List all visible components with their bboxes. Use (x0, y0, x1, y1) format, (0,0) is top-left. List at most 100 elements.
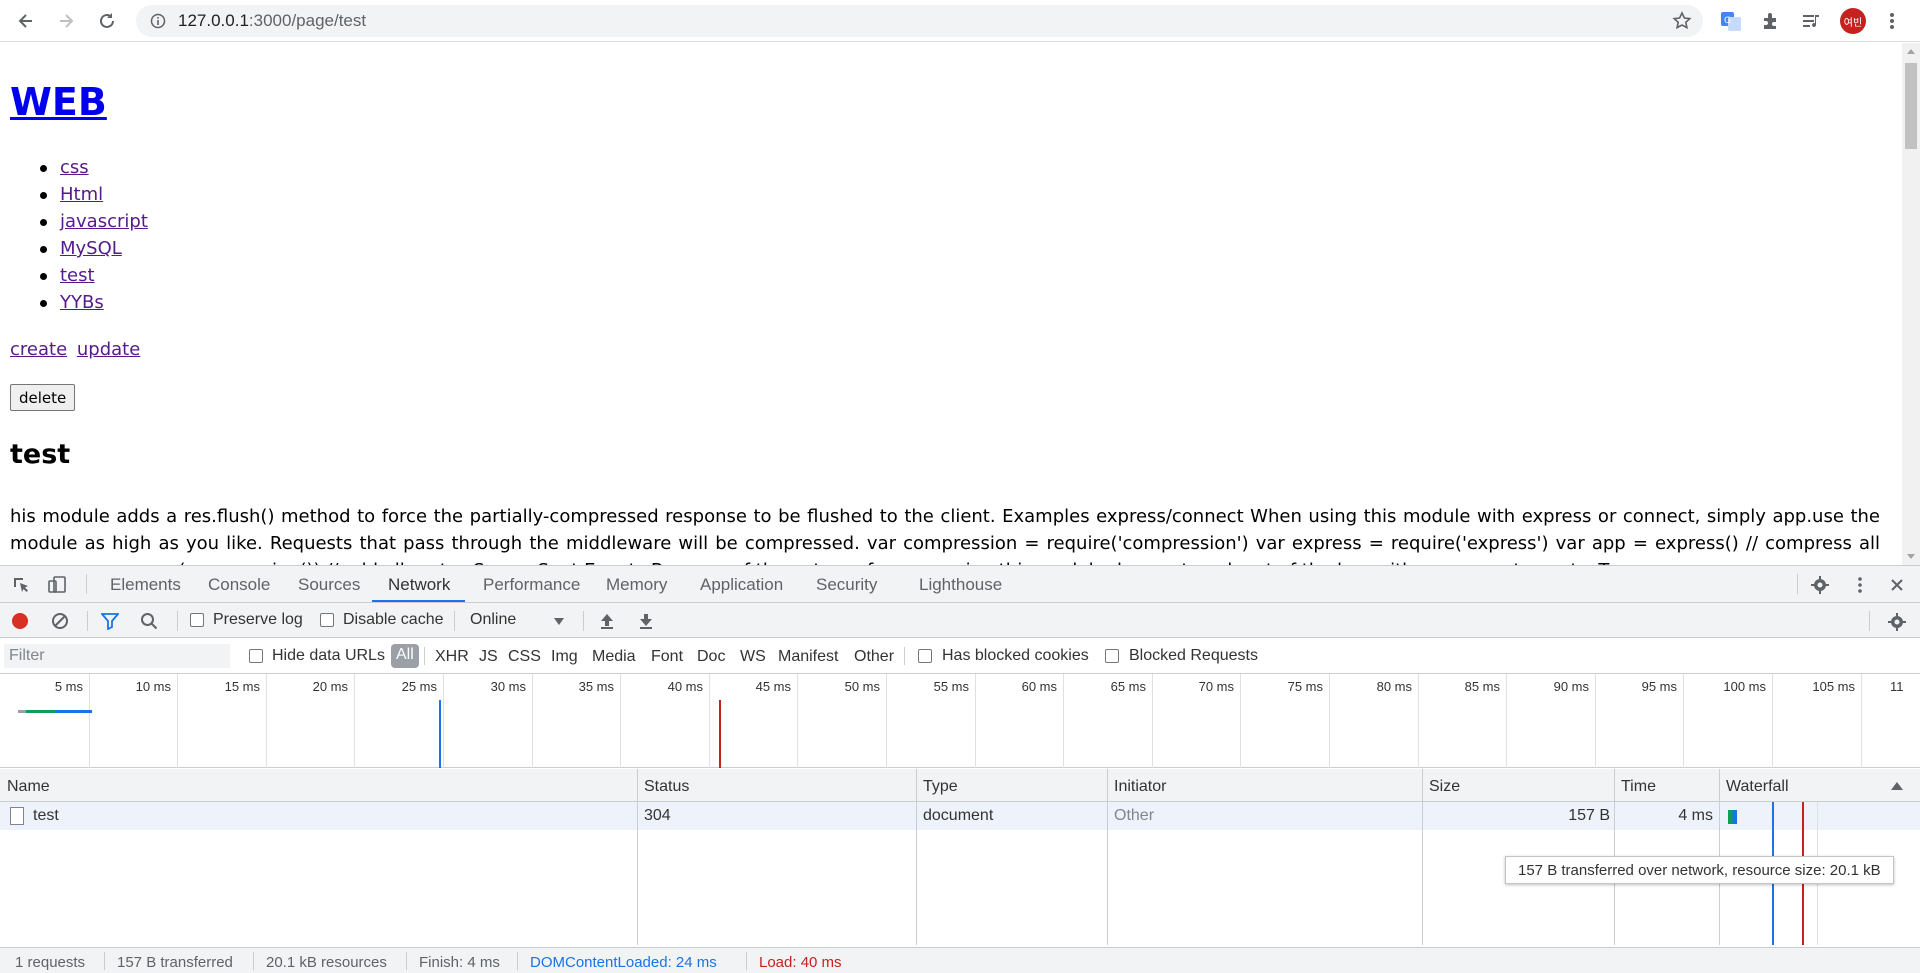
devtools-menu-icon[interactable] (1849, 574, 1871, 596)
inspect-element-icon[interactable] (10, 574, 32, 596)
list-item: test (40, 262, 148, 289)
overview-grid-line (709, 674, 710, 768)
table-row[interactable]: test 304 document Other 157 B 4 ms (0, 802, 1920, 830)
forward-icon[interactable] (54, 9, 78, 33)
has-blocked-cookies-checkbox[interactable] (918, 649, 932, 663)
type-filter-all[interactable]: All (391, 644, 419, 668)
device-toolbar-icon[interactable] (46, 574, 68, 596)
topic-link-html[interactable]: Html (60, 184, 103, 205)
type-filter-ws[interactable]: WS (740, 648, 766, 666)
overview-tick-label: 20 ms (312, 679, 348, 694)
delete-button[interactable]: delete (10, 384, 76, 411)
type-filter-other[interactable]: Other (854, 648, 894, 666)
close-icon[interactable] (1886, 574, 1908, 596)
tab-network[interactable]: Network (388, 575, 450, 595)
control-links: create update (10, 339, 144, 360)
type-filter-media[interactable]: Media (592, 648, 636, 666)
preserve-log-checkbox[interactable] (190, 613, 204, 627)
info-icon[interactable] (150, 13, 166, 29)
overview-grid-line (1861, 674, 1862, 768)
filter-icon[interactable] (100, 611, 120, 631)
type-filter-xhr[interactable]: XHR (435, 648, 469, 666)
reload-icon[interactable] (95, 9, 119, 33)
page-scrollbar[interactable] (1902, 43, 1920, 565)
tab-application[interactable]: Application (700, 575, 783, 595)
column-size[interactable]: Size (1429, 778, 1460, 796)
type-filter-js[interactable]: JS (479, 648, 498, 666)
back-icon[interactable] (14, 9, 38, 33)
column-name[interactable]: Name (7, 778, 50, 796)
filter-input[interactable] (4, 644, 230, 668)
topic-link-css[interactable]: css (60, 157, 89, 178)
summary-dom-content-loaded: DOMContentLoaded: 24 ms (530, 954, 717, 971)
star-icon[interactable] (1671, 10, 1693, 32)
divider (87, 611, 88, 631)
type-filter-doc[interactable]: Doc (697, 648, 725, 666)
divider (424, 647, 425, 665)
hide-data-urls-checkbox[interactable] (249, 649, 263, 663)
translate-icon[interactable]: G (1719, 9, 1743, 33)
sort-ascending-icon[interactable] (1891, 782, 1903, 790)
tab-sources[interactable]: Sources (298, 575, 360, 595)
extensions-icon[interactable] (1759, 9, 1783, 33)
record-icon[interactable] (10, 611, 30, 631)
search-icon[interactable] (139, 611, 159, 631)
overview-grid-line (177, 674, 178, 768)
menu-icon[interactable] (1880, 9, 1904, 33)
url-text[interactable]: 127.0.0.1:3000/page/test (178, 11, 366, 31)
export-har-icon[interactable] (636, 611, 656, 631)
settings-gear-icon[interactable] (1809, 574, 1831, 596)
tab-console[interactable]: Console (208, 575, 270, 595)
type-filter-manifest[interactable]: Manifest (778, 648, 838, 666)
column-time[interactable]: Time (1621, 778, 1656, 796)
overview-tick-label: 65 ms (1110, 679, 1146, 694)
tab-lighthouse[interactable]: Lighthouse (919, 575, 1002, 595)
tab-security[interactable]: Security (816, 575, 877, 595)
avatar[interactable]: 여빈 (1840, 8, 1866, 34)
column-initiator[interactable]: Initiator (1114, 778, 1166, 796)
topic-link-javascript[interactable]: javascript (60, 211, 148, 232)
tab-memory[interactable]: Memory (606, 575, 667, 595)
scroll-down-icon[interactable] (1907, 554, 1915, 559)
scrollbar-thumb[interactable] (1905, 63, 1917, 149)
disable-cache-checkbox[interactable] (320, 613, 334, 627)
preserve-log-label: Preserve log (213, 611, 303, 628)
topic-list: css Html javascript MySQL test YYBs (40, 154, 148, 316)
column-waterfall[interactable]: Waterfall (1726, 778, 1789, 796)
topic-link-test[interactable]: test (60, 265, 95, 286)
type-filter-img[interactable]: Img (551, 648, 578, 666)
cell-type: document (923, 807, 994, 824)
column-status[interactable]: Status (644, 778, 689, 796)
throttling-select[interactable]: Online (470, 609, 570, 633)
overview-tick-label: 100 ms (1723, 679, 1766, 694)
reading-list-icon[interactable] (1799, 9, 1823, 33)
type-filter-font[interactable]: Font (651, 648, 683, 666)
active-tab-indicator (372, 600, 465, 602)
tab-elements[interactable]: Elements (110, 575, 181, 595)
has-blocked-cookies-label: Has blocked cookies (942, 647, 1089, 664)
scroll-up-icon[interactable] (1907, 49, 1915, 54)
overview-tick-label: 90 ms (1553, 679, 1589, 694)
clear-icon[interactable] (50, 611, 70, 631)
summary-transferred: 157 B transferred (117, 954, 233, 971)
column-type[interactable]: Type (923, 778, 958, 796)
create-link[interactable]: create (10, 339, 67, 360)
network-settings-gear-icon[interactable] (1886, 611, 1908, 633)
network-overview[interactable]: 5 ms 10 ms 15 ms 20 ms 25 ms 30 ms 35 ms 40 ms 4… (0, 674, 1920, 768)
list-item: MySQL (40, 235, 148, 262)
topic-link-yybs[interactable]: YYBs (60, 292, 104, 313)
update-link[interactable]: update (77, 339, 140, 360)
waterfall-bar (1728, 810, 1737, 824)
type-filter-css[interactable]: CSS (508, 648, 541, 666)
home-link[interactable]: WEB (10, 80, 107, 124)
topic-link-mysql[interactable]: MySQL (60, 238, 122, 259)
overview-tick-label: 50 ms (844, 679, 880, 694)
overview-grid-line (1506, 674, 1507, 768)
blocked-requests-checkbox[interactable] (1105, 649, 1119, 663)
list-item: css (40, 154, 148, 181)
tab-performance[interactable]: Performance (483, 575, 580, 595)
import-har-icon[interactable] (597, 611, 617, 631)
overview-tick-label: 60 ms (1021, 679, 1057, 694)
overview-tick-label: 40 ms (667, 679, 703, 694)
address-bar[interactable]: 127.0.0.1:3000/page/test (136, 5, 1703, 37)
